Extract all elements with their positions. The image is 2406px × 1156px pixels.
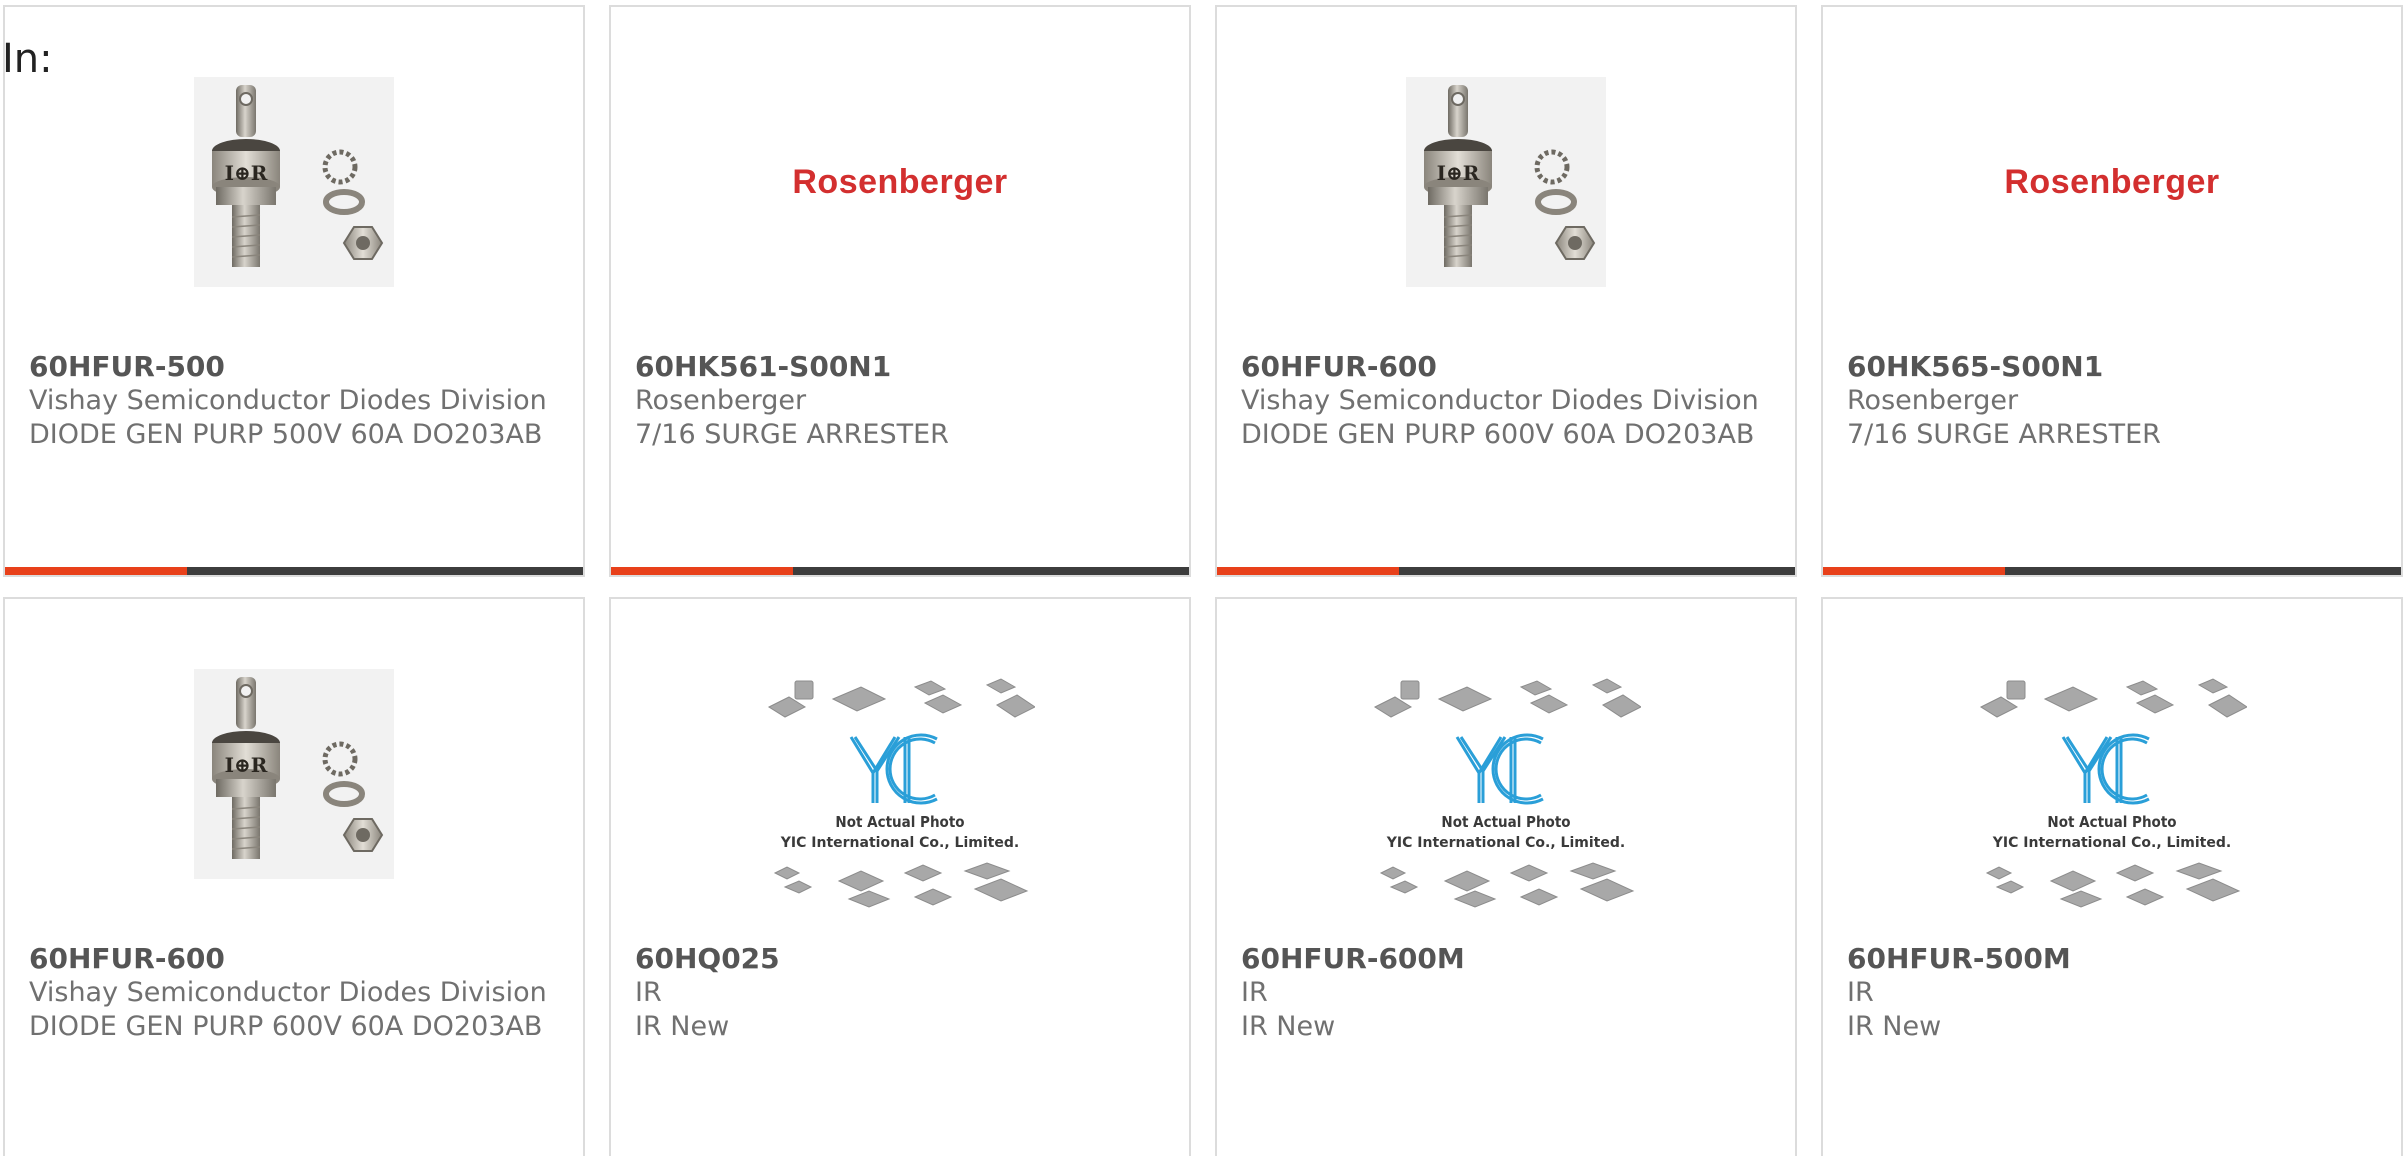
product-info: 60HFUR-500M IR IR New: [1847, 942, 2377, 1044]
product-image[interactable]: Not Actual Photo YIC International Co., …: [1217, 677, 1795, 921]
svg-text:I⊕R: I⊕R: [225, 161, 268, 185]
part-number-link[interactable]: 60HFUR-600: [29, 942, 559, 976]
description: DIODE GEN PURP 600V 60A DO203AB: [29, 1011, 543, 1042]
description: 7/16 SURGE ARRESTER: [635, 419, 949, 450]
product-grid: I⊕R 60HFUR-500 Vishay Semiconductor Diode…: [3, 5, 2403, 1156]
manufacturer: Vishay Semiconductor Diodes Division: [29, 385, 547, 416]
not-actual-photo-placeholder: Not Actual Photo YIC International Co., …: [765, 677, 1036, 921]
product-info: 60HK565-S00N1 Rosenberger 7/16 SURGE ARRES…: [1847, 350, 2377, 452]
product-card[interactable]: Rosenberger 60HK561-S00N1 Rosenberger 7/16 …: [609, 5, 1191, 577]
manufacturer: Rosenberger: [635, 385, 807, 416]
placeholder-line-1: Not Actual Photo: [835, 813, 964, 831]
product-image[interactable]: Rosenberger: [611, 77, 1189, 287]
in-label: In:: [2, 36, 53, 82]
product-info: 60HK561-S00N1 Rosenberger 7/16 SURGE ARRES…: [635, 350, 1165, 452]
manufacturer: IR: [1847, 977, 1874, 1008]
stud-diode-image: I⊕R: [1406, 77, 1606, 287]
page: In: I⊕R 60HFUR-500 Vishay Semiconductor …: [0, 0, 2406, 1156]
manufacturer: IR: [1241, 977, 1268, 1008]
product-info: 60HFUR-600M IR IR New: [1241, 942, 1771, 1044]
part-number-link[interactable]: 60HK561-S00N1: [635, 350, 1165, 384]
product-card[interactable]: I⊕R 60HFUR-600 Vishay Semiconductor Diode…: [3, 597, 585, 1156]
card-bottom-bar: [5, 567, 583, 575]
product-card[interactable]: Rosenberger 60HK565-S00N1 Rosenberger 7/16 …: [1821, 5, 2403, 577]
manufacturer: Vishay Semiconductor Diodes Division: [1241, 385, 1759, 416]
placeholder-line-1: Not Actual Photo: [1441, 813, 1570, 831]
product-card[interactable]: I⊕R 60HFUR-500 Vishay Semiconductor Diode…: [3, 5, 585, 577]
part-number-link[interactable]: 60HFUR-500M: [1847, 942, 2377, 976]
card-accent-bar: [5, 567, 187, 575]
description: DIODE GEN PURP 600V 60A DO203AB: [1241, 419, 1755, 450]
product-info: 60HFUR-500 Vishay Semiconductor Diodes Di…: [29, 350, 559, 452]
product-image[interactable]: Not Actual Photo YIC International Co., …: [1823, 677, 2401, 921]
description: IR New: [1241, 1011, 1336, 1042]
card-accent-bar: [1217, 567, 1399, 575]
part-number-link[interactable]: 60HFUR-600: [1241, 350, 1771, 384]
card-bottom-bar: [1823, 567, 2401, 575]
part-number-link[interactable]: 60HFUR-500: [29, 350, 559, 384]
product-image[interactable]: Rosenberger: [1823, 77, 2401, 287]
product-card[interactable]: I⊕R 60HFUR-600 Vishay Semiconductor Diode…: [1215, 5, 1797, 577]
product-info: 60HQ025 IR IR New: [635, 942, 1165, 1044]
not-actual-photo-placeholder: Not Actual Photo YIC International Co., …: [1371, 677, 1642, 921]
placeholder-line-2: YIC International Co., Limited.: [1386, 835, 1625, 851]
rosenberger-logo: Rosenberger: [792, 162, 1008, 201]
part-number-link[interactable]: 60HK565-S00N1: [1847, 350, 2377, 384]
stud-diode-image: I⊕R: [194, 77, 394, 287]
product-image[interactable]: I⊕R: [1217, 77, 1795, 287]
manufacturer: IR: [635, 977, 662, 1008]
product-card[interactable]: Not Actual Photo YIC International Co., …: [609, 597, 1191, 1156]
description: 7/16 SURGE ARRESTER: [1847, 419, 2161, 450]
rosenberger-logo: Rosenberger: [2004, 162, 2220, 201]
card-accent-bar: [611, 567, 793, 575]
description: IR New: [1847, 1011, 1942, 1042]
placeholder-line-1: Not Actual Photo: [2047, 813, 2176, 831]
stud-diode-image: I⊕R: [194, 669, 394, 879]
product-info: 60HFUR-600 Vishay Semiconductor Diodes Di…: [1241, 350, 1771, 452]
product-card[interactable]: Not Actual Photo YIC International Co., …: [1821, 597, 2403, 1156]
card-accent-bar: [1823, 567, 2005, 575]
card-bottom-bar: [1217, 567, 1795, 575]
product-image[interactable]: Not Actual Photo YIC International Co., …: [611, 677, 1189, 921]
product-card[interactable]: Not Actual Photo YIC International Co., …: [1215, 597, 1797, 1156]
product-info: 60HFUR-600 Vishay Semiconductor Diodes Di…: [29, 942, 559, 1044]
svg-text:I⊕R: I⊕R: [225, 753, 268, 777]
part-number-link[interactable]: 60HQ025: [635, 942, 1165, 976]
description: IR New: [635, 1011, 730, 1042]
product-image[interactable]: I⊕R: [5, 669, 583, 879]
svg-text:I⊕R: I⊕R: [1437, 161, 1480, 185]
manufacturer: Rosenberger: [1847, 385, 2019, 416]
placeholder-line-2: YIC International Co., Limited.: [780, 835, 1019, 851]
not-actual-photo-placeholder: Not Actual Photo YIC International Co., …: [1977, 677, 2248, 921]
description: DIODE GEN PURP 500V 60A DO203AB: [29, 419, 543, 450]
product-image[interactable]: I⊕R: [5, 77, 583, 287]
manufacturer: Vishay Semiconductor Diodes Division: [29, 977, 547, 1008]
card-bottom-bar: [611, 567, 1189, 575]
part-number-link[interactable]: 60HFUR-600M: [1241, 942, 1771, 976]
placeholder-line-2: YIC International Co., Limited.: [1992, 835, 2231, 851]
